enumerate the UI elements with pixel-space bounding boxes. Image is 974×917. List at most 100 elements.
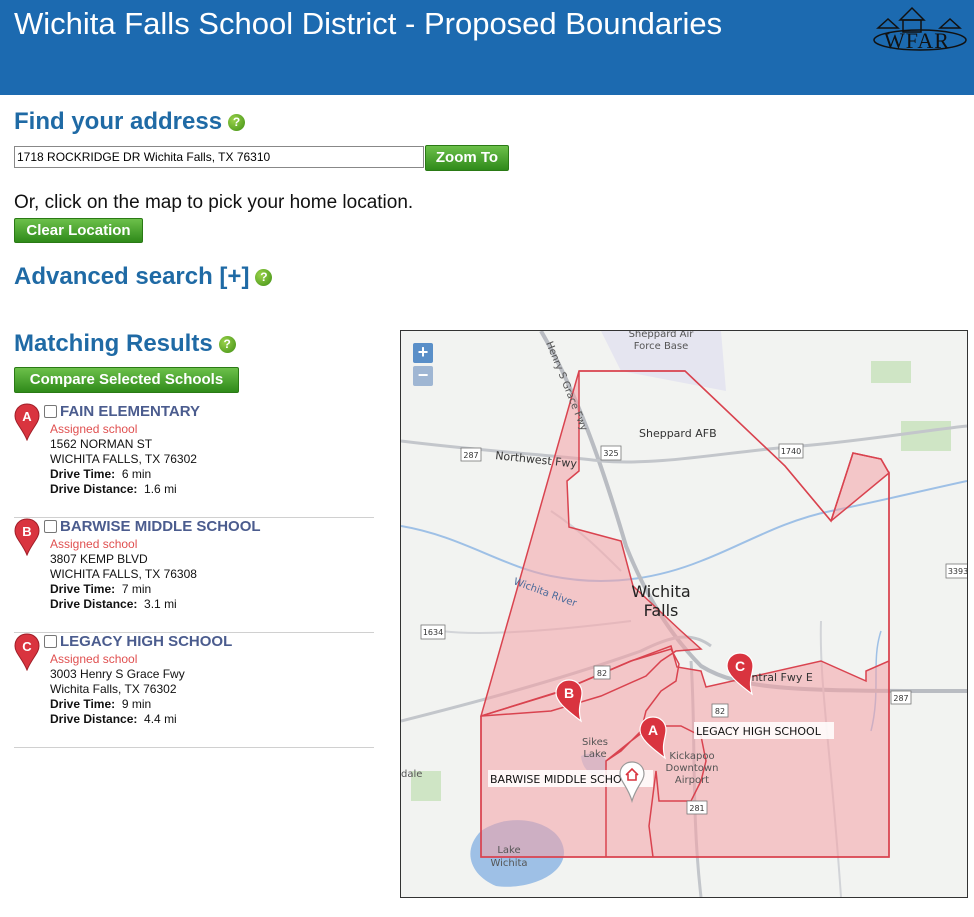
marker-letter: B <box>564 685 574 701</box>
result-item: C LEGACY HIGH SCHOOL Assigned school 300… <box>14 633 374 748</box>
school-name[interactable]: BARWISE MIDDLE SCHOOL <box>60 518 261 535</box>
find-address-heading: Find your address? <box>14 108 246 136</box>
svg-text:325: 325 <box>603 449 618 458</box>
drive-distance: Drive Distance: 3.1 mi <box>50 597 177 611</box>
park-area <box>871 361 911 383</box>
route-shield: 82 <box>593 665 611 680</box>
drive-distance: Drive Distance: 1.6 mi <box>50 482 177 496</box>
assigned-status: Assigned school <box>50 422 138 436</box>
map-label-airport: Kickapoo <box>669 751 714 762</box>
header-banner: Wichita Falls School District - Proposed… <box>0 0 974 95</box>
route-shield: 325 <box>600 445 622 461</box>
marker-letter: B <box>22 524 31 539</box>
drive-time: Drive Time: 6 min <box>50 467 151 481</box>
route-shield: 1740 <box>778 443 804 459</box>
drive-distance-label: Drive Distance: <box>50 597 138 611</box>
school-address: 3003 Henry S Grace Fwy <box>50 667 185 681</box>
route-shield: 287 <box>890 690 912 705</box>
svg-text:1740: 1740 <box>781 447 801 456</box>
school-address: 1562 NORMAN ST <box>50 437 153 451</box>
map-label-city: Wichita <box>631 582 690 601</box>
route-shield: 1634 <box>420 624 446 640</box>
help-icon[interactable]: ? <box>218 336 236 354</box>
svg-text:82: 82 <box>597 669 607 678</box>
drive-distance-value: 3.1 mi <box>144 597 177 611</box>
zoom-to-button[interactable]: Zoom To <box>425 145 509 171</box>
school-city: WICHITA FALLS, TX 76302 <box>50 452 197 466</box>
school-checkbox[interactable] <box>44 520 57 533</box>
assigned-status: Assigned school <box>50 652 138 666</box>
marker-letter: C <box>22 639 32 654</box>
svg-text:3393: 3393 <box>948 567 967 576</box>
matching-results-heading: Matching Results? <box>14 330 236 358</box>
drive-time: Drive Time: 7 min <box>50 582 151 596</box>
drive-time-label: Drive Time: <box>50 697 116 711</box>
find-address-label: Find your address <box>14 108 223 135</box>
map-canvas[interactable]: 287 325 1740 3393 1634 82 82 287 281 She… <box>401 331 967 897</box>
school-city: WICHITA FALLS, TX 76308 <box>50 567 197 581</box>
drive-time: Drive Time: 9 min <box>50 697 151 711</box>
map-label-sheppard-afb: Force Base <box>634 341 689 352</box>
wfar-logo: WFAR <box>870 2 970 57</box>
advanced-search-label[interactable]: Advanced search [+] <box>14 263 249 290</box>
advanced-search-heading[interactable]: Advanced search [+]? <box>14 263 273 291</box>
drive-distance: Drive Distance: 4.4 mi <box>50 712 177 726</box>
help-icon[interactable]: ? <box>228 114 246 132</box>
drive-time-value: 9 min <box>121 697 152 711</box>
school-name[interactable]: FAIN ELEMENTARY <box>60 403 200 420</box>
svg-text:281: 281 <box>689 804 704 813</box>
marker-b-icon: B <box>14 518 40 556</box>
route-shield: 3393 <box>945 563 967 579</box>
map-label-sikes-lake: Lake <box>583 749 606 760</box>
park-area <box>901 421 951 451</box>
school-city: Wichita Falls, TX 76302 <box>50 682 177 696</box>
legacy-school-label: LEGACY HIGH SCHOOL <box>696 725 822 738</box>
barwise-school-label: BARWISE MIDDLE SCHOOL <box>490 773 637 786</box>
result-item: A FAIN ELEMENTARY Assigned school 1562 N… <box>14 403 374 518</box>
drive-distance-value: 1.6 mi <box>144 482 177 496</box>
address-input[interactable] <box>14 146 424 168</box>
svg-text:82: 82 <box>715 707 725 716</box>
route-shield: 287 <box>460 447 482 462</box>
or-click-text: Or, click on the map to pick your home l… <box>14 192 414 213</box>
marker-a-icon: A <box>14 403 40 441</box>
drive-time-label: Drive Time: <box>50 582 116 596</box>
map-label-airport: Downtown <box>666 763 719 774</box>
map-label-lake-wichita: Lake <box>497 845 520 856</box>
drive-time-label: Drive Time: <box>50 467 116 481</box>
zoom-out-button[interactable]: − <box>413 366 433 386</box>
route-shield: 281 <box>686 800 708 815</box>
matching-results-label: Matching Results <box>14 330 213 357</box>
map-label-city: Falls <box>644 601 679 620</box>
result-item: B BARWISE MIDDLE SCHOOL Assigned school … <box>14 518 374 633</box>
map-label-airport: Airport <box>675 775 709 786</box>
map-label-sheppard-afb: Sheppard AFB <box>639 427 717 440</box>
svg-text:287: 287 <box>893 694 908 703</box>
route-shield: 82 <box>711 703 729 718</box>
map-label-lake-wichita: Wichita <box>490 858 527 869</box>
school-address: 3807 KEMP BLVD <box>50 552 148 566</box>
map-view[interactable]: 287 325 1740 3393 1634 82 82 287 281 She… <box>400 330 968 898</box>
marker-letter: A <box>648 722 658 738</box>
school-name[interactable]: LEGACY HIGH SCHOOL <box>60 633 232 650</box>
drive-distance-label: Drive Distance: <box>50 482 138 496</box>
school-checkbox[interactable] <box>44 635 57 648</box>
school-checkbox[interactable] <box>44 405 57 418</box>
drive-time-value: 6 min <box>121 467 152 481</box>
marker-c-icon: C <box>14 633 40 671</box>
drive-time-value: 7 min <box>121 582 152 596</box>
compare-schools-button[interactable]: Compare Selected Schools <box>14 367 239 393</box>
svg-text:1634: 1634 <box>423 628 443 637</box>
page-title: Wichita Falls School District - Proposed… <box>14 6 723 41</box>
clear-location-button[interactable]: Clear Location <box>14 218 143 243</box>
logo-text: WFAR <box>884 28 950 53</box>
marker-letter: A <box>22 409 32 424</box>
marker-letter: C <box>735 658 745 674</box>
map-label-sheppard-afb: Sheppard Air <box>629 331 695 340</box>
help-icon[interactable]: ? <box>255 269 273 287</box>
zoom-in-button[interactable]: + <box>413 343 433 363</box>
assigned-status: Assigned school <box>50 537 138 551</box>
map-label-dale: dale <box>401 769 422 780</box>
svg-text:287: 287 <box>463 451 478 460</box>
drive-distance-label: Drive Distance: <box>50 712 138 726</box>
